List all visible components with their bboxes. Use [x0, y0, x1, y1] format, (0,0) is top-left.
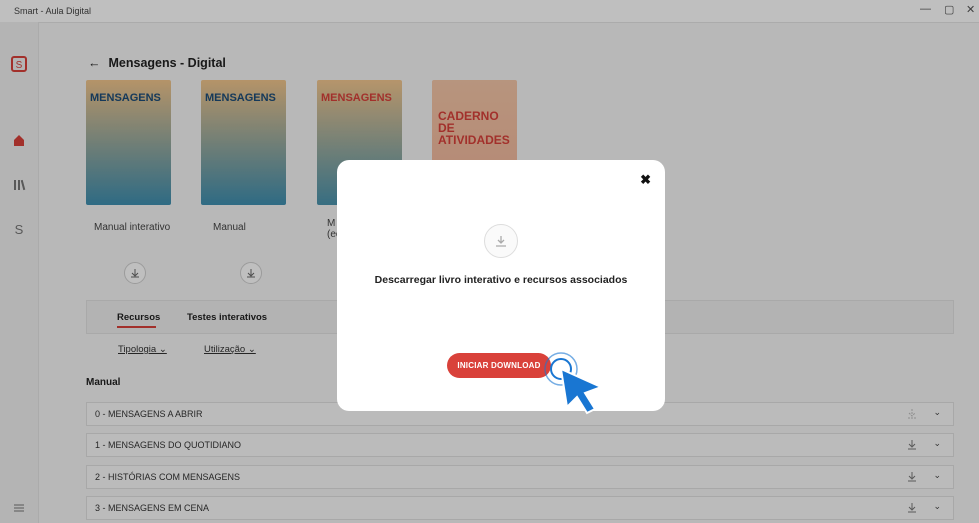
cursor-click-icon: [544, 352, 604, 415]
close-icon[interactable]: ✖: [640, 172, 651, 188]
dialog-message: Descarregar livro interativo e recursos …: [374, 274, 628, 286]
download-icon: [484, 224, 518, 258]
download-dialog: ✖ Descarregar livro interativo e recurso…: [337, 160, 665, 411]
